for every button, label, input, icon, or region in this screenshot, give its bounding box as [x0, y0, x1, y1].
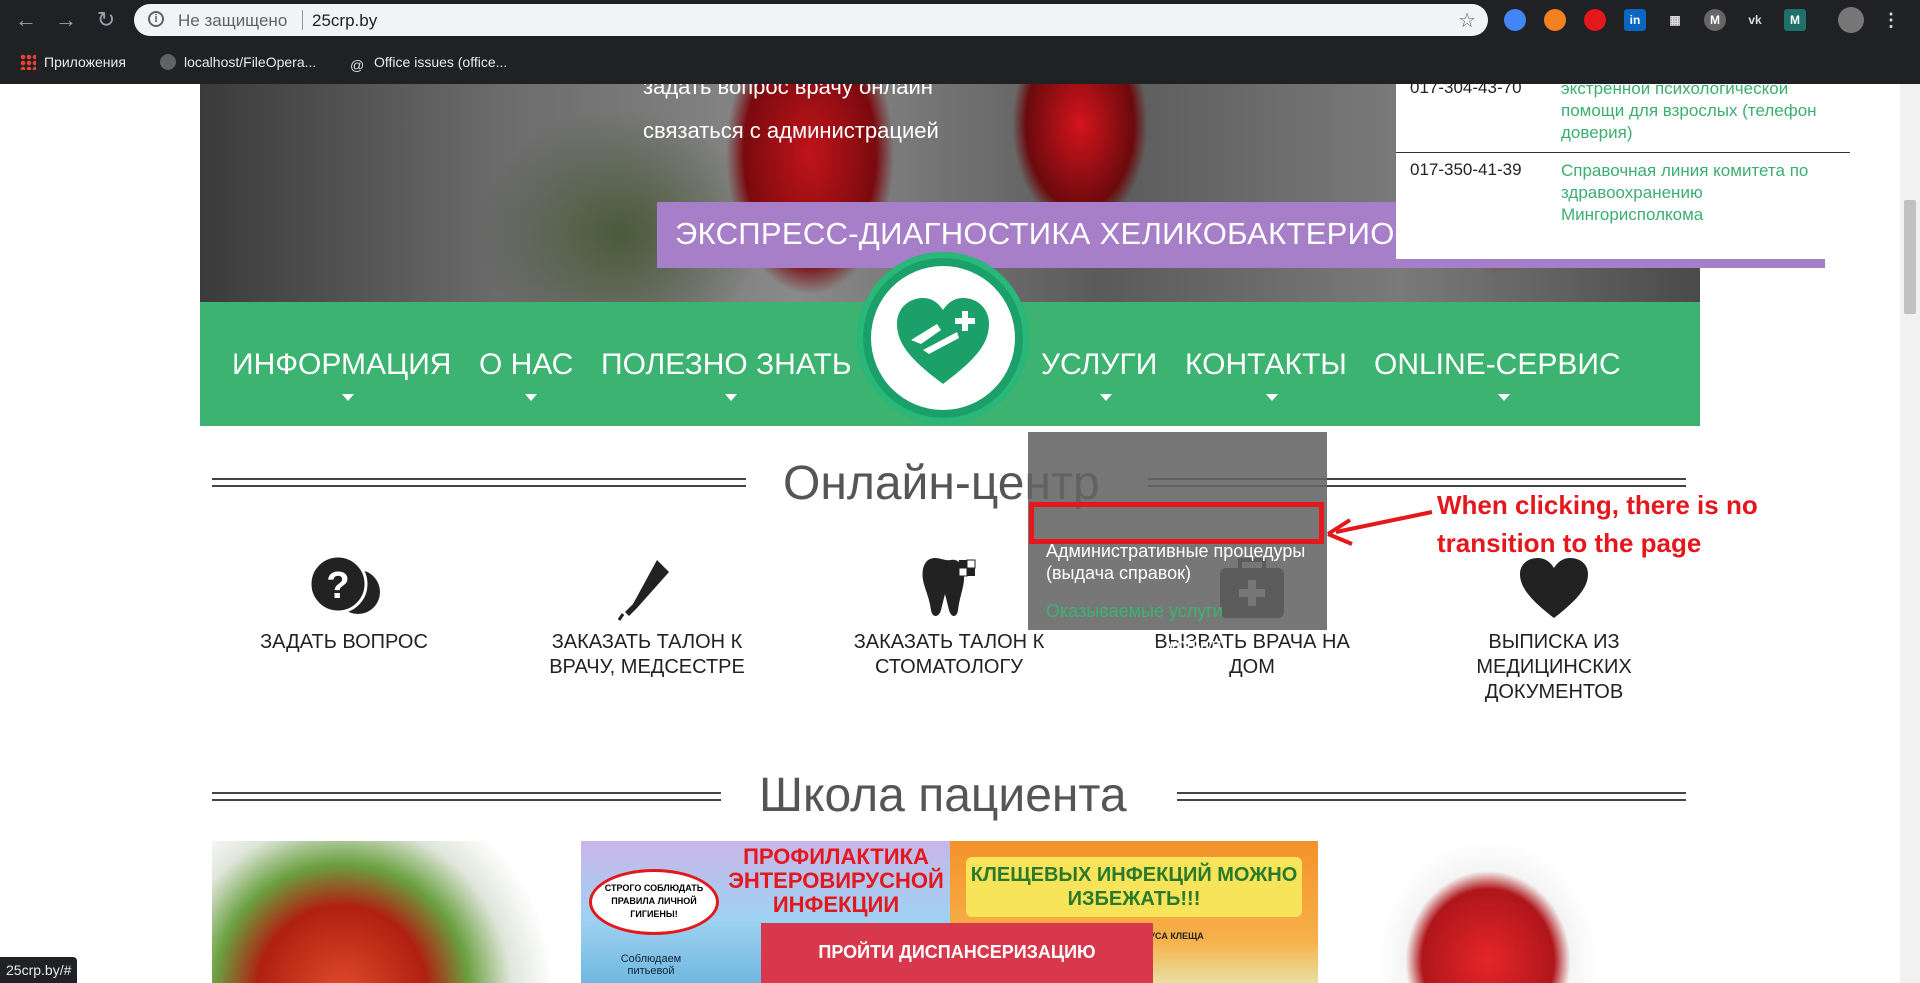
- bookmark-apps[interactable]: Приложения: [20, 51, 126, 73]
- extension-puzzle-icon[interactable]: ▦: [1664, 9, 1686, 31]
- address-bar[interactable]: i Не защищено 25crp.by ☆: [134, 4, 1488, 36]
- info-icon[interactable]: i: [148, 11, 164, 27]
- profile-avatar[interactable]: [1838, 7, 1864, 33]
- extension-hand-icon[interactable]: [1584, 9, 1606, 31]
- apps-grid-icon: [20, 54, 36, 70]
- poster-text: Соблюдаем питьевой: [620, 953, 682, 977]
- extension-ball-icon[interactable]: [1544, 9, 1566, 31]
- annotation-text: When clicking, there is no transition to…: [1437, 486, 1758, 562]
- forward-icon[interactable]: →: [52, 6, 80, 34]
- dropdown-item-payment-methods[interactable]: Способы оплаты: [1046, 668, 1187, 690]
- section-title-patient-school: Школа пациента: [759, 769, 1127, 822]
- url-text[interactable]: 25crp.by: [312, 11, 377, 31]
- scrollbar-thumb[interactable]: [1904, 200, 1916, 314]
- poster-text: СТРОГО СОБЛЮДАТЬ ПРАВИЛА ЛИЧНОЙ ГИГИЕНЫ!: [589, 869, 719, 935]
- school-image-virus[interactable]: [212, 841, 581, 983]
- caret-down-icon: [1498, 394, 1510, 401]
- caret-down-icon: [525, 394, 537, 401]
- question-chat-icon: ?: [304, 554, 384, 624]
- dropdown-item-paid-services[interactable]: Платные мед. услуги: [1046, 634, 1222, 656]
- service-medical-docs[interactable]: ВЫПИСКА ИЗ МЕДИЦИНСКИХ ДОКУМЕНТОВ: [1434, 554, 1674, 705]
- site-logo[interactable]: [857, 252, 1029, 424]
- annotation-highlight-box: [1029, 502, 1324, 544]
- globe-icon: [160, 54, 176, 70]
- dropdown-item-provided-services[interactable]: Оказываемые услуги: [1046, 600, 1223, 622]
- extension-vk-icon[interactable]: vk: [1744, 9, 1766, 31]
- poster-title: ПРОФИЛАКТИКА ЭНТЕРОВИРУСНОЙ ИНФЕКЦИИ: [728, 844, 944, 917]
- bookmark-office-issues[interactable]: @ Office issues (office...: [350, 51, 507, 73]
- nav-item-contacts[interactable]: КОНТАКТЫ: [1185, 348, 1347, 382]
- annotation-line: transition to the page: [1437, 528, 1702, 558]
- service-label: ЗАДАТЬ ВОПРОС: [260, 631, 428, 653]
- phone-table: 017-304-43-70 экстренной психологической…: [1396, 84, 1850, 259]
- annotation-arrow-icon: [1326, 510, 1433, 546]
- page-viewport: задать вопрос врачу онлайн связаться с а…: [0, 84, 1900, 983]
- security-label: Не защищено: [178, 11, 288, 30]
- hero-link-contact-admin[interactable]: связаться с администрацией: [643, 118, 939, 144]
- bookmarks-bar: Приложения localhost/FileOpera... @ Offic…: [0, 44, 1920, 80]
- service-label: ЗАКАЗАТЬ ТАЛОН К СТОМАТОЛОГУ: [853, 631, 1045, 678]
- phone-row: 017-350-41-39 Справочная линия комитета …: [1396, 154, 1850, 258]
- bookmark-localhost[interactable]: localhost/FileOpera...: [160, 51, 316, 73]
- svg-text:?: ?: [326, 565, 349, 607]
- service-book-doctor[interactable]: ЗАКАЗАТЬ ТАЛОН К ВРАЧУ, МЕДСЕСТРЕ: [527, 554, 767, 680]
- back-icon[interactable]: ←: [12, 6, 40, 34]
- extension-linkedin-icon[interactable]: in: [1624, 9, 1646, 31]
- reload-icon[interactable]: ↻: [92, 6, 120, 34]
- service-label: ВЫПИСКА ИЗ МЕДИЦИНСКИХ ДОКУМЕНТОВ: [1476, 631, 1632, 703]
- nav-item-about[interactable]: О НАС: [479, 348, 573, 382]
- nav-item-services[interactable]: УСЛУГИ: [1041, 348, 1157, 382]
- menu-icon[interactable]: ⋮: [1880, 9, 1902, 31]
- at-icon: @: [350, 57, 365, 73]
- heart-cross-logo-icon: [897, 298, 989, 384]
- caret-down-icon: [725, 394, 737, 401]
- extension-grid-icon[interactable]: [1504, 9, 1526, 31]
- status-bar-url: 25crp.by/#: [0, 957, 78, 983]
- phone-description[interactable]: экстренной психологической помощи для вз…: [1561, 84, 1831, 144]
- pen-icon: [607, 554, 687, 624]
- divider-line: [212, 792, 721, 801]
- heart-icon: [1514, 554, 1594, 624]
- annotation-line: When clicking, there is no: [1437, 490, 1758, 520]
- nav-item-useful[interactable]: ПОЛЕЗНО ЗНАТЬ: [601, 348, 852, 382]
- logo-inner: [871, 266, 1015, 410]
- browser-chrome: ← → ↻ i Не защищено 25crp.by ☆ in ▦ M vk…: [0, 0, 1920, 84]
- extension-mv-icon[interactable]: M: [1784, 9, 1806, 31]
- caret-down-icon: [342, 394, 354, 401]
- poster-title: КЛЕЩЕВЫХ ИНФЕКЦИЙ МОЖНО ИЗБЕЖАТЬ!!!: [966, 857, 1302, 917]
- divider-line: [1177, 792, 1686, 801]
- hero-link-ask-doctor[interactable]: задать вопрос врачу онлайн: [643, 84, 933, 100]
- tooth-icon: [909, 554, 989, 624]
- phone-number: 017-304-43-70: [1410, 84, 1522, 97]
- cta-dispensary-button[interactable]: ПРОЙТИ ДИСПАНСЕРИЗАЦИЮ: [761, 923, 1153, 983]
- bookmark-star-icon[interactable]: ☆: [1458, 8, 1476, 33]
- phone-description[interactable]: Справочная линия комитета по здравоохран…: [1561, 160, 1831, 226]
- page-scrollbar[interactable]: [1900, 84, 1920, 983]
- service-label: ЗАКАЗАТЬ ТАЛОН К ВРАЧУ, МЕДСЕСТРЕ: [549, 631, 745, 678]
- phone-row: 017-304-43-70 экстренной психологической…: [1396, 84, 1850, 153]
- caret-down-icon: [1266, 394, 1278, 401]
- dropdown-item-admin-procedures[interactable]: Административные процедуры (выдача справ…: [1046, 540, 1316, 584]
- nav-item-online-service[interactable]: ONLINE-СЕРВИС: [1374, 348, 1621, 382]
- school-image-heart[interactable]: [1318, 841, 1686, 983]
- omnibox-divider: [302, 10, 303, 30]
- divider-line: [212, 478, 746, 487]
- service-ask-question[interactable]: ? ЗАДАТЬ ВОПРОС: [224, 554, 464, 655]
- extension-m-icon[interactable]: M: [1704, 9, 1726, 31]
- phone-number: 017-350-41-39: [1410, 160, 1522, 179]
- caret-down-icon: [1100, 394, 1112, 401]
- nav-item-info[interactable]: ИНФОРМАЦИЯ: [232, 348, 451, 382]
- toolbar: ← → ↻ i Не защищено 25crp.by ☆ in ▦ M vk…: [0, 0, 1920, 40]
- promo-text: ЭКСПРЕСС-ДИАГНОСТИКА ХЕЛИКОБАКТЕРИОЗА: [675, 216, 1435, 251]
